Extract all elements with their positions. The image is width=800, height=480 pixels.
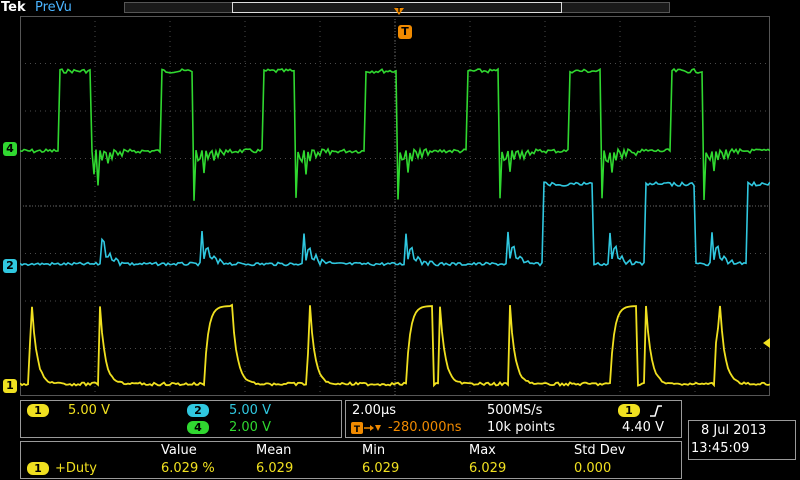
horizontal-position: -280.000ns [388, 420, 462, 435]
meas-header-value: Value [161, 443, 197, 458]
channel-1-badge: 1 [27, 404, 49, 417]
trigger-level: 4.40 V [622, 420, 664, 435]
channel-4-ground-marker[interactable]: 4 [3, 142, 17, 156]
meas-stddev: 0.000 [574, 461, 612, 476]
horizontal-scale: 2.00µs [352, 403, 396, 418]
meas-mean: 6.029 [256, 461, 294, 476]
channel-4-scale: 2.00 V [229, 420, 271, 435]
meas-max: 6.029 [469, 461, 507, 476]
time-label: 13:45:09 [691, 441, 750, 456]
meas-min: 6.029 [362, 461, 400, 476]
channel-1-scale: 5.00 V [68, 403, 110, 418]
sample-rate: 500MS/s [487, 403, 543, 418]
timebase-panel[interactable]: 2.00µs 500MS/s T -280.000ns 10k points 1… [345, 400, 682, 438]
vertical-scale-panel[interactable]: 1 5.00 V 2 5.00 V 4 2.00 V [20, 400, 342, 438]
waveform-graticule [20, 16, 770, 396]
meas-header-stddev: Std Dev [574, 443, 626, 458]
trigger-level-icon[interactable] [762, 337, 772, 349]
meas-name: +Duty [55, 461, 97, 476]
top-status-bar: Tek PreVu T [0, 0, 800, 16]
meas-channel-badge: 1 [27, 462, 49, 475]
meas-header-min: Min [362, 443, 386, 458]
svg-text:T: T [397, 6, 402, 14]
svg-text:T: T [354, 425, 361, 435]
trigger-offset-icon: T [351, 422, 381, 435]
acquisition-mode-label: PreVu [35, 0, 72, 15]
trigger-source-badge: 1 [618, 404, 640, 417]
measurement-panel[interactable]: Value Mean Min Max Std Dev 1 +Duty 6.029… [20, 441, 682, 479]
channel-2-badge: 2 [187, 404, 209, 417]
record-length: 10k points [487, 420, 556, 435]
rising-edge-icon [650, 405, 662, 417]
date-label: 8 Jul 2013 [701, 423, 767, 438]
meas-value: 6.029 % [161, 461, 215, 476]
graticule-grid [20, 16, 770, 396]
channel-2-ground-marker[interactable]: 2 [3, 259, 17, 273]
meas-header-max: Max [469, 443, 496, 458]
trigger-position-icon: T [394, 6, 404, 15]
meas-header-mean: Mean [256, 443, 292, 458]
brand-label: Tek [1, 0, 26, 15]
channel-4-badge: 4 [187, 421, 209, 434]
datetime-panel: 8 Jul 2013 13:45:09 [688, 420, 796, 460]
channel-1-ground-marker[interactable]: 1 [3, 379, 17, 393]
channel-2-scale: 5.00 V [229, 403, 271, 418]
